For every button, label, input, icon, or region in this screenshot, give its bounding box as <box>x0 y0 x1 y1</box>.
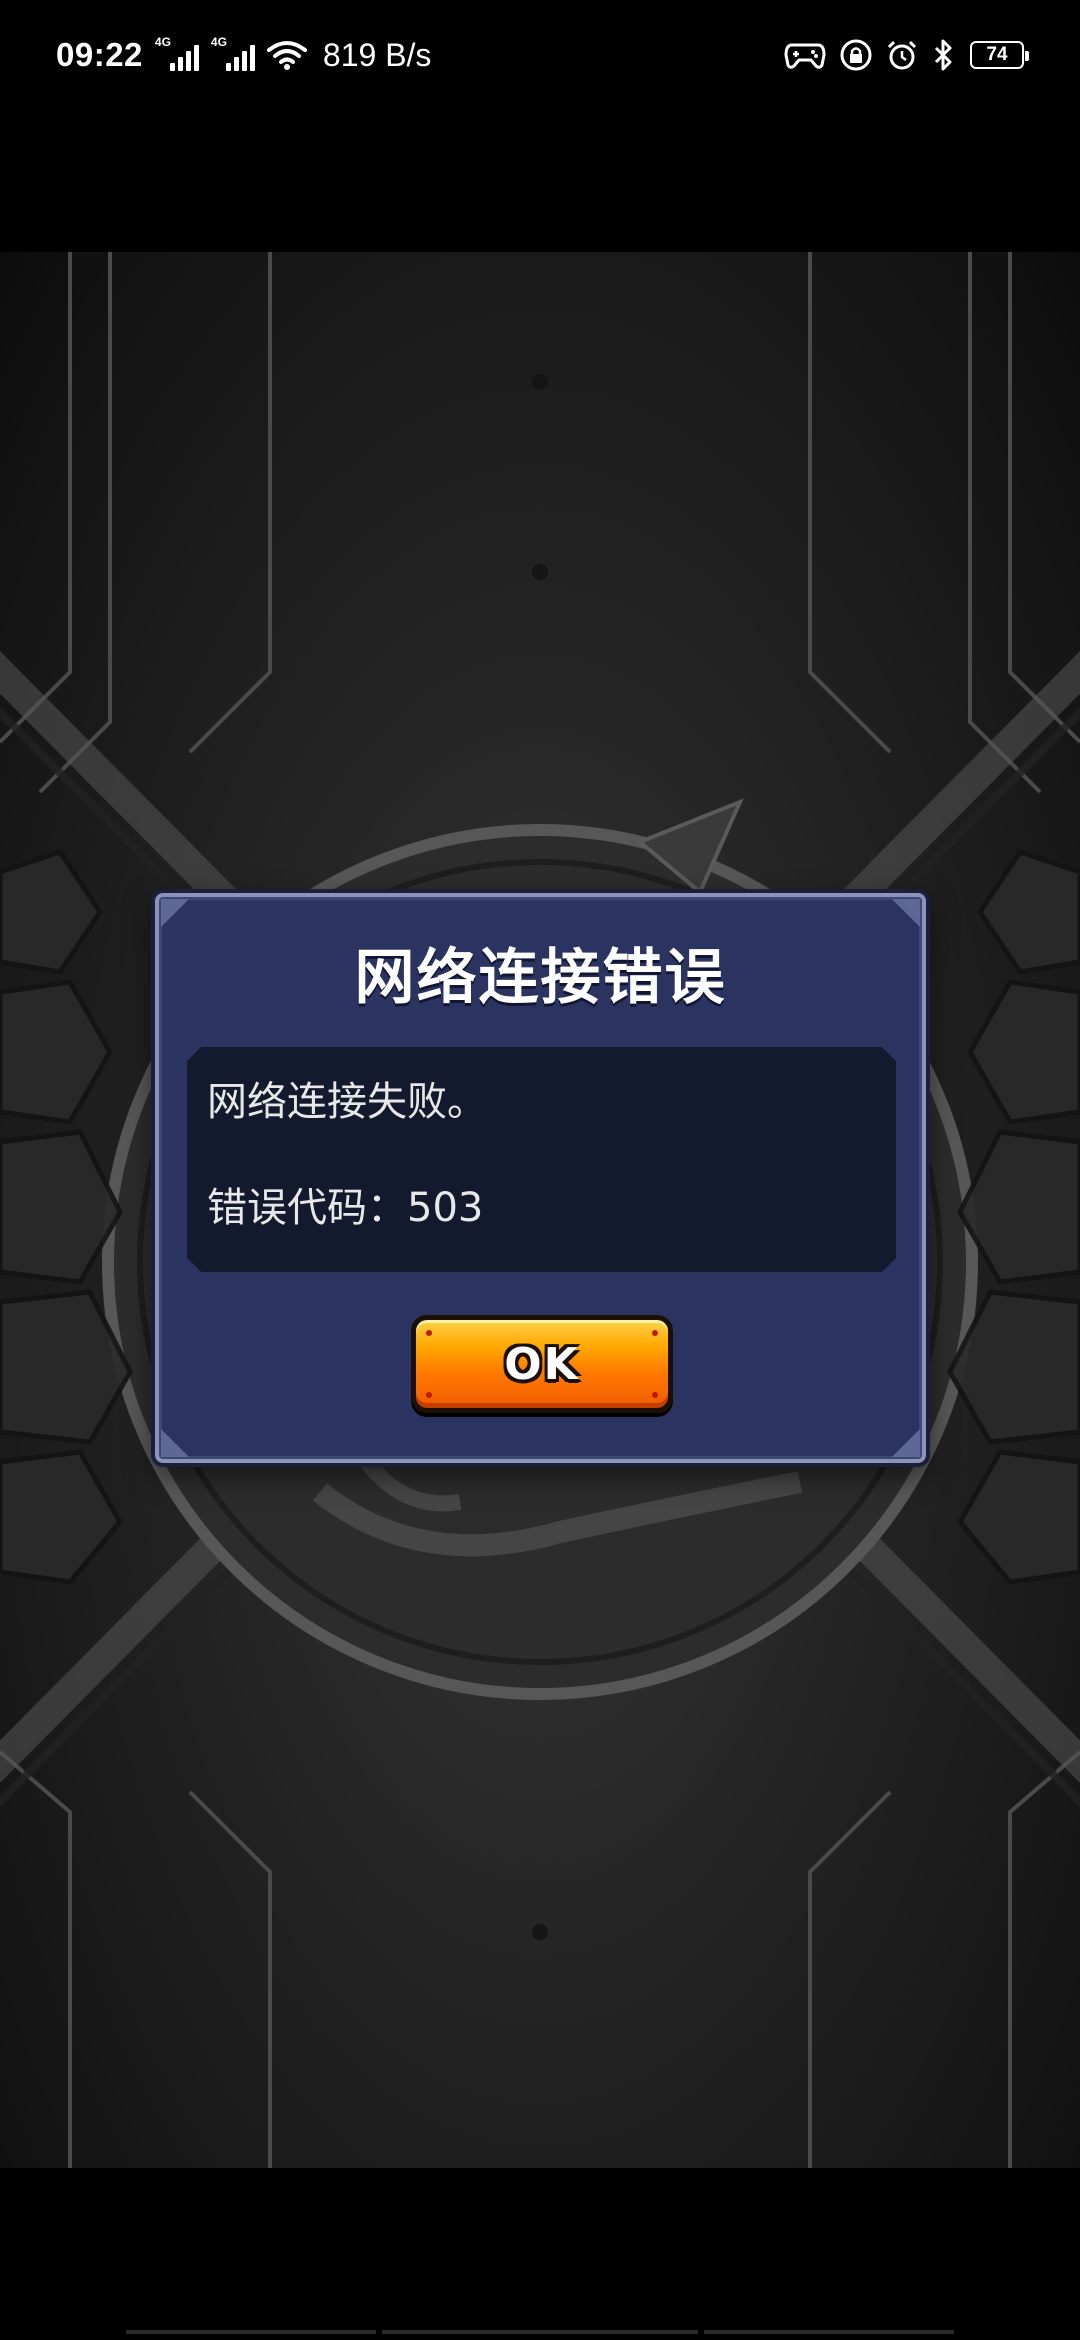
corner-ornament <box>161 1429 189 1457</box>
lock-icon <box>840 39 872 71</box>
status-bar-left: 09:22 4G 4G 819 B/s <box>56 30 431 80</box>
network-speed: 819 B/s <box>322 36 432 73</box>
cell-signal-icon: 4G <box>154 35 199 73</box>
network-type-label-2: 4G <box>210 35 227 49</box>
nav-gesture-bar-segment <box>382 2330 698 2334</box>
corner-ornament <box>892 1429 920 1457</box>
message-box: 网络连接失败。 错误代码：503 <box>187 1047 896 1272</box>
error-dialog: 网络连接错误 网络连接失败。 错误代码：503 OK <box>155 893 926 1463</box>
wifi-icon <box>266 41 307 70</box>
error-message: 网络连接失败。 <box>207 1079 487 1125</box>
ok-button[interactable]: OK <box>411 1315 673 1413</box>
network-type-label: 4G <box>154 35 171 49</box>
navigation-bar <box>0 2168 1080 2340</box>
status-bar-right: 74 <box>784 30 1029 80</box>
bluetooth-icon <box>934 39 952 71</box>
battery-level: 74 <box>986 44 1008 65</box>
dialog-title: 网络连接错误 <box>354 943 727 1013</box>
clock: 09:22 <box>56 36 143 73</box>
corner-ornament <box>161 899 189 927</box>
status-bar: 09:22 4G 4G 819 B/s 74 <box>0 0 1080 110</box>
nav-gesture-bar-segment <box>704 2330 954 2334</box>
error-code: 错误代码：503 <box>207 1185 484 1231</box>
alarm-icon <box>887 40 917 70</box>
ok-button-label: OK <box>504 1338 580 1390</box>
cell-signal-icon-2: 4G <box>210 35 255 73</box>
corner-ornament <box>892 899 920 927</box>
nav-gesture-bar[interactable] <box>126 2330 376 2334</box>
battery-icon: 74 <box>970 41 1029 69</box>
game-controller-icon <box>784 43 826 69</box>
